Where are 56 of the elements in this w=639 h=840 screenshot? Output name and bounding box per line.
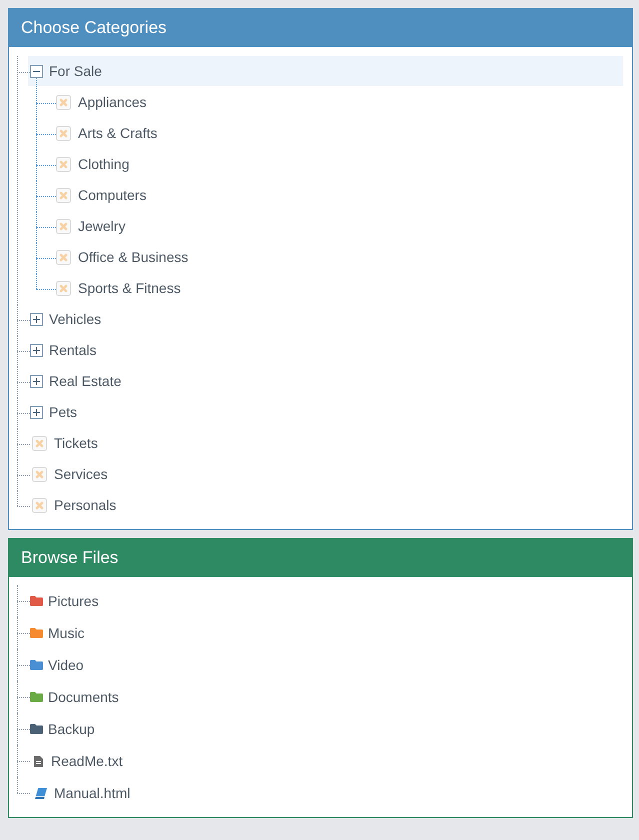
plus-icon[interactable] <box>30 406 43 418</box>
folder-label[interactable]: Backup <box>48 720 95 738</box>
category-label[interactable]: Arts & Crafts <box>78 124 158 142</box>
tree-row[interactable]: Rentals <box>28 335 623 365</box>
tree-row[interactable]: Personals <box>28 490 623 520</box>
category-label[interactable]: For Sale <box>49 62 102 80</box>
file-label[interactable]: Manual.html <box>54 784 130 802</box>
category-label[interactable]: Services <box>54 465 108 483</box>
tree-row[interactable]: Tickets <box>28 428 623 458</box>
category-label[interactable]: Jewelry <box>78 217 126 235</box>
plus-icon[interactable] <box>30 374 43 388</box>
tree-row[interactable]: Services <box>28 459 623 489</box>
category-label[interactable]: Clothing <box>78 155 130 173</box>
tree-row[interactable]: Appliances <box>56 87 623 117</box>
category-label[interactable]: Sports & Fitness <box>78 279 181 297</box>
cross-icon <box>56 156 71 172</box>
cross-icon <box>32 466 47 482</box>
tree-row[interactable]: Jewelry <box>56 211 623 241</box>
tree-row[interactable]: For Sale <box>28 56 623 86</box>
file-label[interactable]: ReadMe.txt <box>51 752 123 770</box>
category-label[interactable]: Personals <box>54 496 116 514</box>
cross-icon <box>32 498 47 512</box>
book-icon <box>35 788 47 798</box>
tree-row[interactable]: Clothing <box>56 149 623 179</box>
tree-row[interactable]: Office & Business <box>56 242 623 272</box>
document-icon <box>34 756 43 766</box>
tree-row[interactable]: Vehicles <box>28 304 623 334</box>
panel-title: Choose Categories <box>21 18 167 38</box>
tree-row[interactable]: Real Estate <box>28 366 623 396</box>
category-label[interactable]: Pets <box>49 403 78 421</box>
cross-icon <box>56 280 71 296</box>
cross-icon <box>56 250 71 264</box>
category-label[interactable]: Real Estate <box>49 372 122 390</box>
cross-icon <box>56 94 71 110</box>
folder-label[interactable]: Music <box>48 624 85 642</box>
cross-icon <box>56 188 71 202</box>
category-label[interactable]: Computers <box>78 186 146 204</box>
plus-icon[interactable] <box>30 344 43 356</box>
panel-title: Browse Files <box>21 548 118 568</box>
cross-icon <box>56 126 71 140</box>
category-label[interactable]: Office & Business <box>78 248 188 266</box>
category-label[interactable]: Appliances <box>78 93 146 111</box>
tree-row[interactable]: Computers <box>56 180 623 210</box>
minus-icon[interactable] <box>30 64 43 78</box>
cross-icon <box>56 218 71 234</box>
folder-label[interactable]: Documents <box>48 688 119 706</box>
category-label[interactable]: Tickets <box>54 434 98 452</box>
category-label[interactable]: Vehicles <box>49 310 102 328</box>
folder-label[interactable]: Pictures <box>48 592 99 610</box>
category-label[interactable]: Rentals <box>49 341 96 359</box>
tree-row[interactable]: Arts & Crafts <box>56 118 623 148</box>
plus-icon[interactable] <box>30 312 43 326</box>
tree-row[interactable]: Pets <box>28 397 623 427</box>
folder-label[interactable]: Video <box>48 656 84 674</box>
tree-row[interactable]: Sports & Fitness <box>56 273 623 303</box>
cross-icon <box>32 436 47 450</box>
